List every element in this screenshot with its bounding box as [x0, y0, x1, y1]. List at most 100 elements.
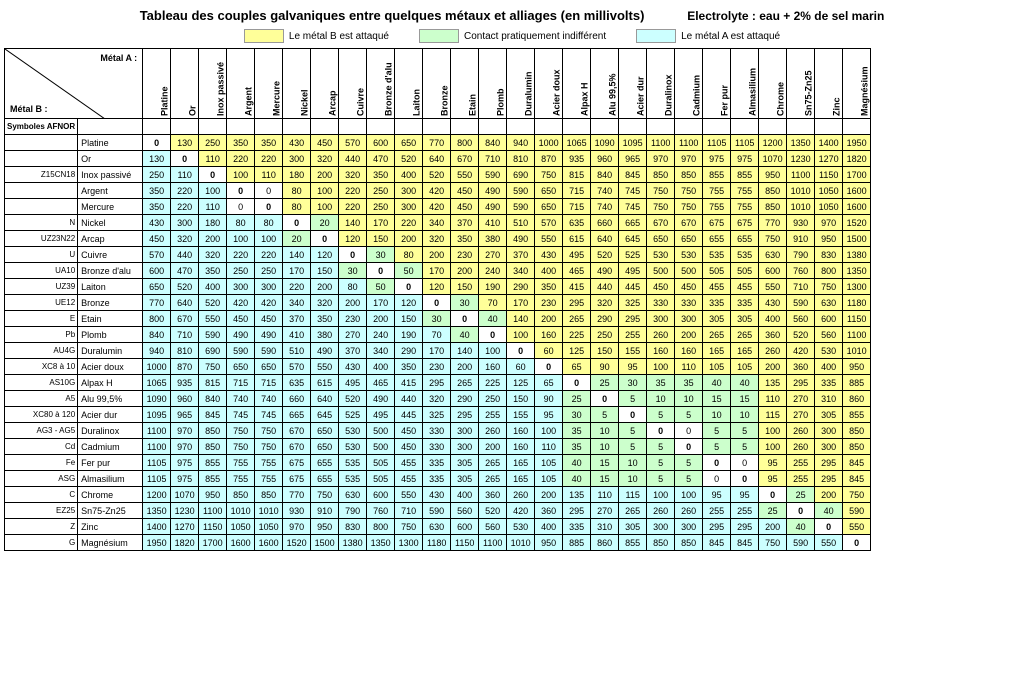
afnor-col-7	[339, 119, 367, 135]
cell-9-23: 710	[787, 279, 815, 295]
cell-21-0: 1105	[143, 471, 171, 487]
afnor-code-14: XC8 à 10	[5, 359, 78, 375]
col-header-9: Laiton	[395, 49, 423, 119]
cell-18-23: 260	[787, 423, 815, 439]
cell-1-1: 0	[171, 151, 199, 167]
afnor-col-0	[143, 119, 171, 135]
cell-6-10: 320	[423, 231, 451, 247]
afnor-col-3	[227, 119, 255, 135]
cell-4-19: 750	[675, 199, 703, 215]
cell-23-15: 295	[563, 503, 591, 519]
cell-13-0: 940	[143, 343, 171, 359]
corner-cell: Métal A : Métal B :	[5, 49, 143, 119]
afnor-code-17: XC80 à 120	[5, 407, 78, 423]
cell-14-25: 950	[843, 359, 871, 375]
cell-23-12: 520	[479, 503, 507, 519]
cell-6-14: 550	[535, 231, 563, 247]
cell-24-8: 800	[367, 519, 395, 535]
cell-24-11: 600	[451, 519, 479, 535]
cell-9-14: 350	[535, 279, 563, 295]
cell-4-13: 590	[507, 199, 535, 215]
metal-name-5: Nickel	[78, 215, 143, 231]
metal-name-22: Chrome	[78, 487, 143, 503]
cell-18-14: 100	[535, 423, 563, 439]
galvanic-table: Métal A : Métal B : PlatineOrInox passiv…	[4, 48, 871, 551]
afnor-code-16: A5	[5, 391, 78, 407]
cell-6-6: 0	[311, 231, 339, 247]
cell-11-9: 150	[395, 311, 423, 327]
afnor-col-24	[815, 119, 843, 135]
col-header-22: Chrome	[759, 49, 787, 119]
col-header-23: Sn75-Zn25	[787, 49, 815, 119]
cell-20-6: 655	[311, 455, 339, 471]
cell-8-3: 250	[227, 263, 255, 279]
cell-25-21: 845	[731, 535, 759, 551]
cell-2-24: 1150	[815, 167, 843, 183]
cell-3-16: 740	[591, 183, 619, 199]
metal-name-20: Fer pur	[78, 455, 143, 471]
cell-3-12: 490	[479, 183, 507, 199]
cell-0-14: 1000	[535, 135, 563, 151]
cell-11-13: 140	[507, 311, 535, 327]
cell-18-8: 500	[367, 423, 395, 439]
cell-1-19: 970	[675, 151, 703, 167]
cell-3-11: 450	[451, 183, 479, 199]
cell-22-3: 850	[227, 487, 255, 503]
cell-16-18: 10	[647, 391, 675, 407]
cell-14-22: 200	[759, 359, 787, 375]
cell-15-16: 25	[591, 375, 619, 391]
metal-name-10: Bronze	[78, 295, 143, 311]
cell-9-22: 550	[759, 279, 787, 295]
cell-5-3: 80	[227, 215, 255, 231]
cell-14-18: 100	[647, 359, 675, 375]
cell-14-19: 110	[675, 359, 703, 375]
cell-14-9: 350	[395, 359, 423, 375]
metal-name-0: Platine	[78, 135, 143, 151]
cell-11-18: 300	[647, 311, 675, 327]
cell-14-4: 650	[255, 359, 283, 375]
cell-21-5: 675	[283, 471, 311, 487]
cell-19-9: 450	[395, 439, 423, 455]
cell-4-12: 490	[479, 199, 507, 215]
cell-3-7: 220	[339, 183, 367, 199]
cell-25-11: 1150	[451, 535, 479, 551]
cell-11-5: 370	[283, 311, 311, 327]
cell-9-11: 150	[451, 279, 479, 295]
cell-20-4: 755	[255, 455, 283, 471]
col-header-21: Almasilium	[731, 49, 759, 119]
metal-name-12: Plomb	[78, 327, 143, 343]
cell-7-14: 430	[535, 247, 563, 263]
table-row: A5Alu 99,5%10909608407407406606405204904…	[5, 391, 871, 407]
cell-22-22: 0	[759, 487, 787, 503]
afnor-col-22	[759, 119, 787, 135]
cell-2-12: 590	[479, 167, 507, 183]
cell-13-17: 155	[619, 343, 647, 359]
cell-16-12: 250	[479, 391, 507, 407]
cell-22-4: 850	[255, 487, 283, 503]
cell-23-20: 255	[703, 503, 731, 519]
afnor-code-7: U	[5, 247, 78, 263]
cell-8-4: 250	[255, 263, 283, 279]
cell-0-10: 770	[423, 135, 451, 151]
cell-7-6: 120	[311, 247, 339, 263]
cell-13-13: 0	[507, 343, 535, 359]
afnor-col-2	[199, 119, 227, 135]
cell-13-7: 370	[339, 343, 367, 359]
cell-16-9: 440	[395, 391, 423, 407]
cell-25-7: 1380	[339, 535, 367, 551]
cell-14-6: 550	[311, 359, 339, 375]
cell-18-18: 0	[647, 423, 675, 439]
cell-16-17: 5	[619, 391, 647, 407]
cell-6-23: 910	[787, 231, 815, 247]
cell-5-7: 140	[339, 215, 367, 231]
cell-14-24: 400	[815, 359, 843, 375]
cell-16-1: 960	[171, 391, 199, 407]
cell-20-10: 335	[423, 455, 451, 471]
metal-name-1: Or	[78, 151, 143, 167]
table-row: AU4GDuralumin940810690590590510490370340…	[5, 343, 871, 359]
col-header-24: Zinc	[815, 49, 843, 119]
cell-0-6: 450	[311, 135, 339, 151]
cell-12-0: 840	[143, 327, 171, 343]
afnor-col-14	[535, 119, 563, 135]
cell-13-3: 590	[227, 343, 255, 359]
